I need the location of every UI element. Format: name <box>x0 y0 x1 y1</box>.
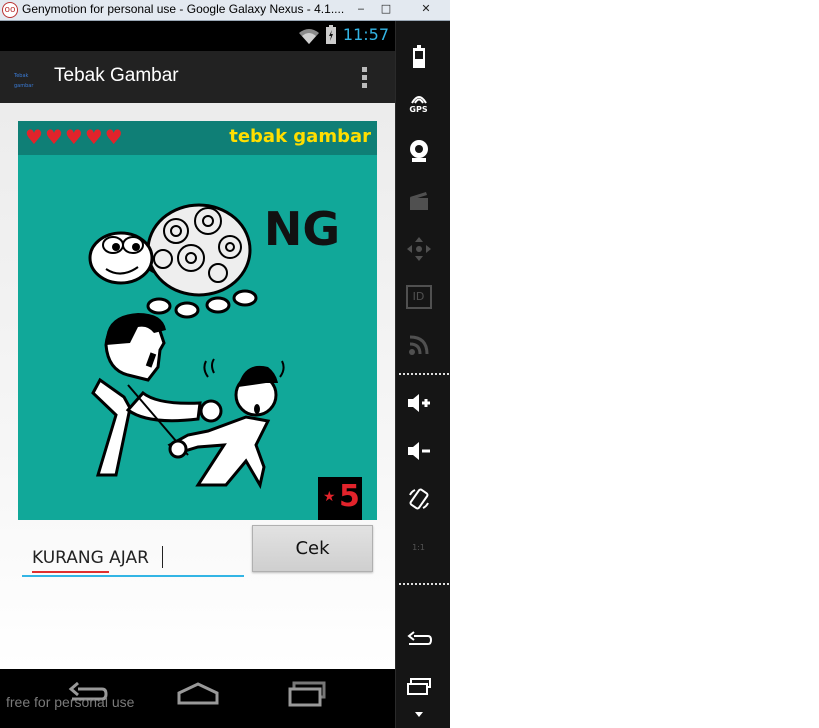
volume-down-button[interactable] <box>396 433 441 469</box>
status-bar: 11:57 <box>0 21 395 51</box>
battery-icon <box>412 45 425 68</box>
sidebar-more-button[interactable] <box>396 703 441 727</box>
battery-widget-button[interactable] <box>396 39 441 75</box>
dpad-icon <box>406 237 431 261</box>
app-icon[interactable]: Tebak gambar <box>14 71 48 89</box>
heart-icon: ♥ <box>64 125 83 149</box>
action-bar: Tebak gambar Tebak Gambar <box>0 51 395 103</box>
sidebar-recent-button[interactable] <box>396 669 441 705</box>
broadcast-icon <box>408 335 428 355</box>
window-title: Genymotion for personal use - Google Gal… <box>22 2 345 16</box>
heart-icon: ♥ <box>84 125 103 149</box>
genymotion-sidebar: GPS ID 1:1 <box>395 21 450 728</box>
id-icon: ID <box>405 285 432 309</box>
level-badge: ★ 5 <box>318 477 362 520</box>
webcam-icon <box>409 140 428 162</box>
rotate-button[interactable] <box>396 481 441 517</box>
genymotion-logo-icon: oo <box>2 2 18 18</box>
punch-drawing <box>91 313 285 490</box>
heart-icon: ♥ <box>104 125 123 149</box>
volume-up-icon <box>407 394 430 412</box>
watermark-text: free for personal use <box>6 694 135 710</box>
cek-button[interactable]: Cek <box>252 525 373 572</box>
id-widget-button[interactable]: ID <box>396 279 441 315</box>
chevron-down-icon <box>414 712 423 717</box>
answer-input[interactable]: KURANG AJAR <box>22 539 244 577</box>
pixel-perfect-label: 1:1 <box>412 542 425 552</box>
back-icon <box>406 631 432 645</box>
turtle-drawing <box>88 203 258 319</box>
clapper-icon <box>409 192 428 210</box>
battery-icon <box>326 25 336 44</box>
status-clock: 11:57 <box>342 25 389 44</box>
level-number: 5 <box>339 479 360 514</box>
app-title: Tebak Gambar <box>54 65 179 86</box>
sidebar-separator <box>399 373 449 375</box>
puzzle-brand: tebak gambar <box>229 126 371 147</box>
gps-label: GPS <box>409 104 428 114</box>
puzzle-illustration: NG <box>88 202 340 490</box>
volume-down-icon <box>407 442 430 460</box>
window-titlebar: oo Genymotion for personal use - Google … <box>0 0 450 21</box>
lives-hearts: ♥ ♥ ♥ ♥ ♥ <box>25 126 123 148</box>
pixel-perfect-button[interactable]: 1:1 <box>396 529 441 565</box>
navigation-bar: free for personal use <box>0 669 395 728</box>
app-content: ♥ ♥ ♥ ♥ ♥ tebak gambar NG ★ 5 KURANG AJA… <box>0 103 395 669</box>
answer-input-text[interactable]: KURANG AJAR <box>32 548 149 568</box>
overflow-menu-icon[interactable] <box>361 67 369 91</box>
text-caret <box>162 546 163 568</box>
star-icon: ★ <box>323 489 336 505</box>
recent-apps-icon[interactable] <box>288 681 328 707</box>
screencast-widget-button[interactable] <box>396 183 441 219</box>
heart-icon: ♥ <box>25 125 43 149</box>
image-letters: NG <box>264 202 340 256</box>
sidebar-back-button[interactable] <box>396 621 441 657</box>
home-icon[interactable] <box>176 681 220 707</box>
genymotion-window: oo Genymotion for personal use - Google … <box>0 0 450 728</box>
gps-icon <box>410 95 427 104</box>
rss-widget-button[interactable] <box>396 327 441 363</box>
maximize-button[interactable]: □ <box>373 0 399 18</box>
gps-widget-button[interactable]: GPS <box>396 85 441 121</box>
heart-icon: ♥ <box>44 125 63 149</box>
dpad-widget-button[interactable] <box>396 231 441 267</box>
volume-up-button[interactable] <box>396 385 441 421</box>
spellcheck-underline <box>32 569 109 573</box>
puzzle-image: ♥ ♥ ♥ ♥ ♥ tebak gambar NG ★ 5 <box>18 121 377 520</box>
sidebar-separator <box>399 583 449 585</box>
phone-screen: 11:57 Tebak gambar Tebak Gambar ♥ ♥ ♥ ♥ … <box>0 21 395 728</box>
minimize-button[interactable]: ‒ <box>348 0 374 18</box>
rotate-icon <box>408 488 429 510</box>
puzzle-header: ♥ ♥ ♥ ♥ ♥ tebak gambar <box>18 121 377 155</box>
webcam-widget-button[interactable] <box>396 133 441 169</box>
wifi-icon <box>299 29 319 44</box>
close-button[interactable]: ✕ <box>408 0 444 18</box>
recent-apps-icon <box>406 678 431 695</box>
